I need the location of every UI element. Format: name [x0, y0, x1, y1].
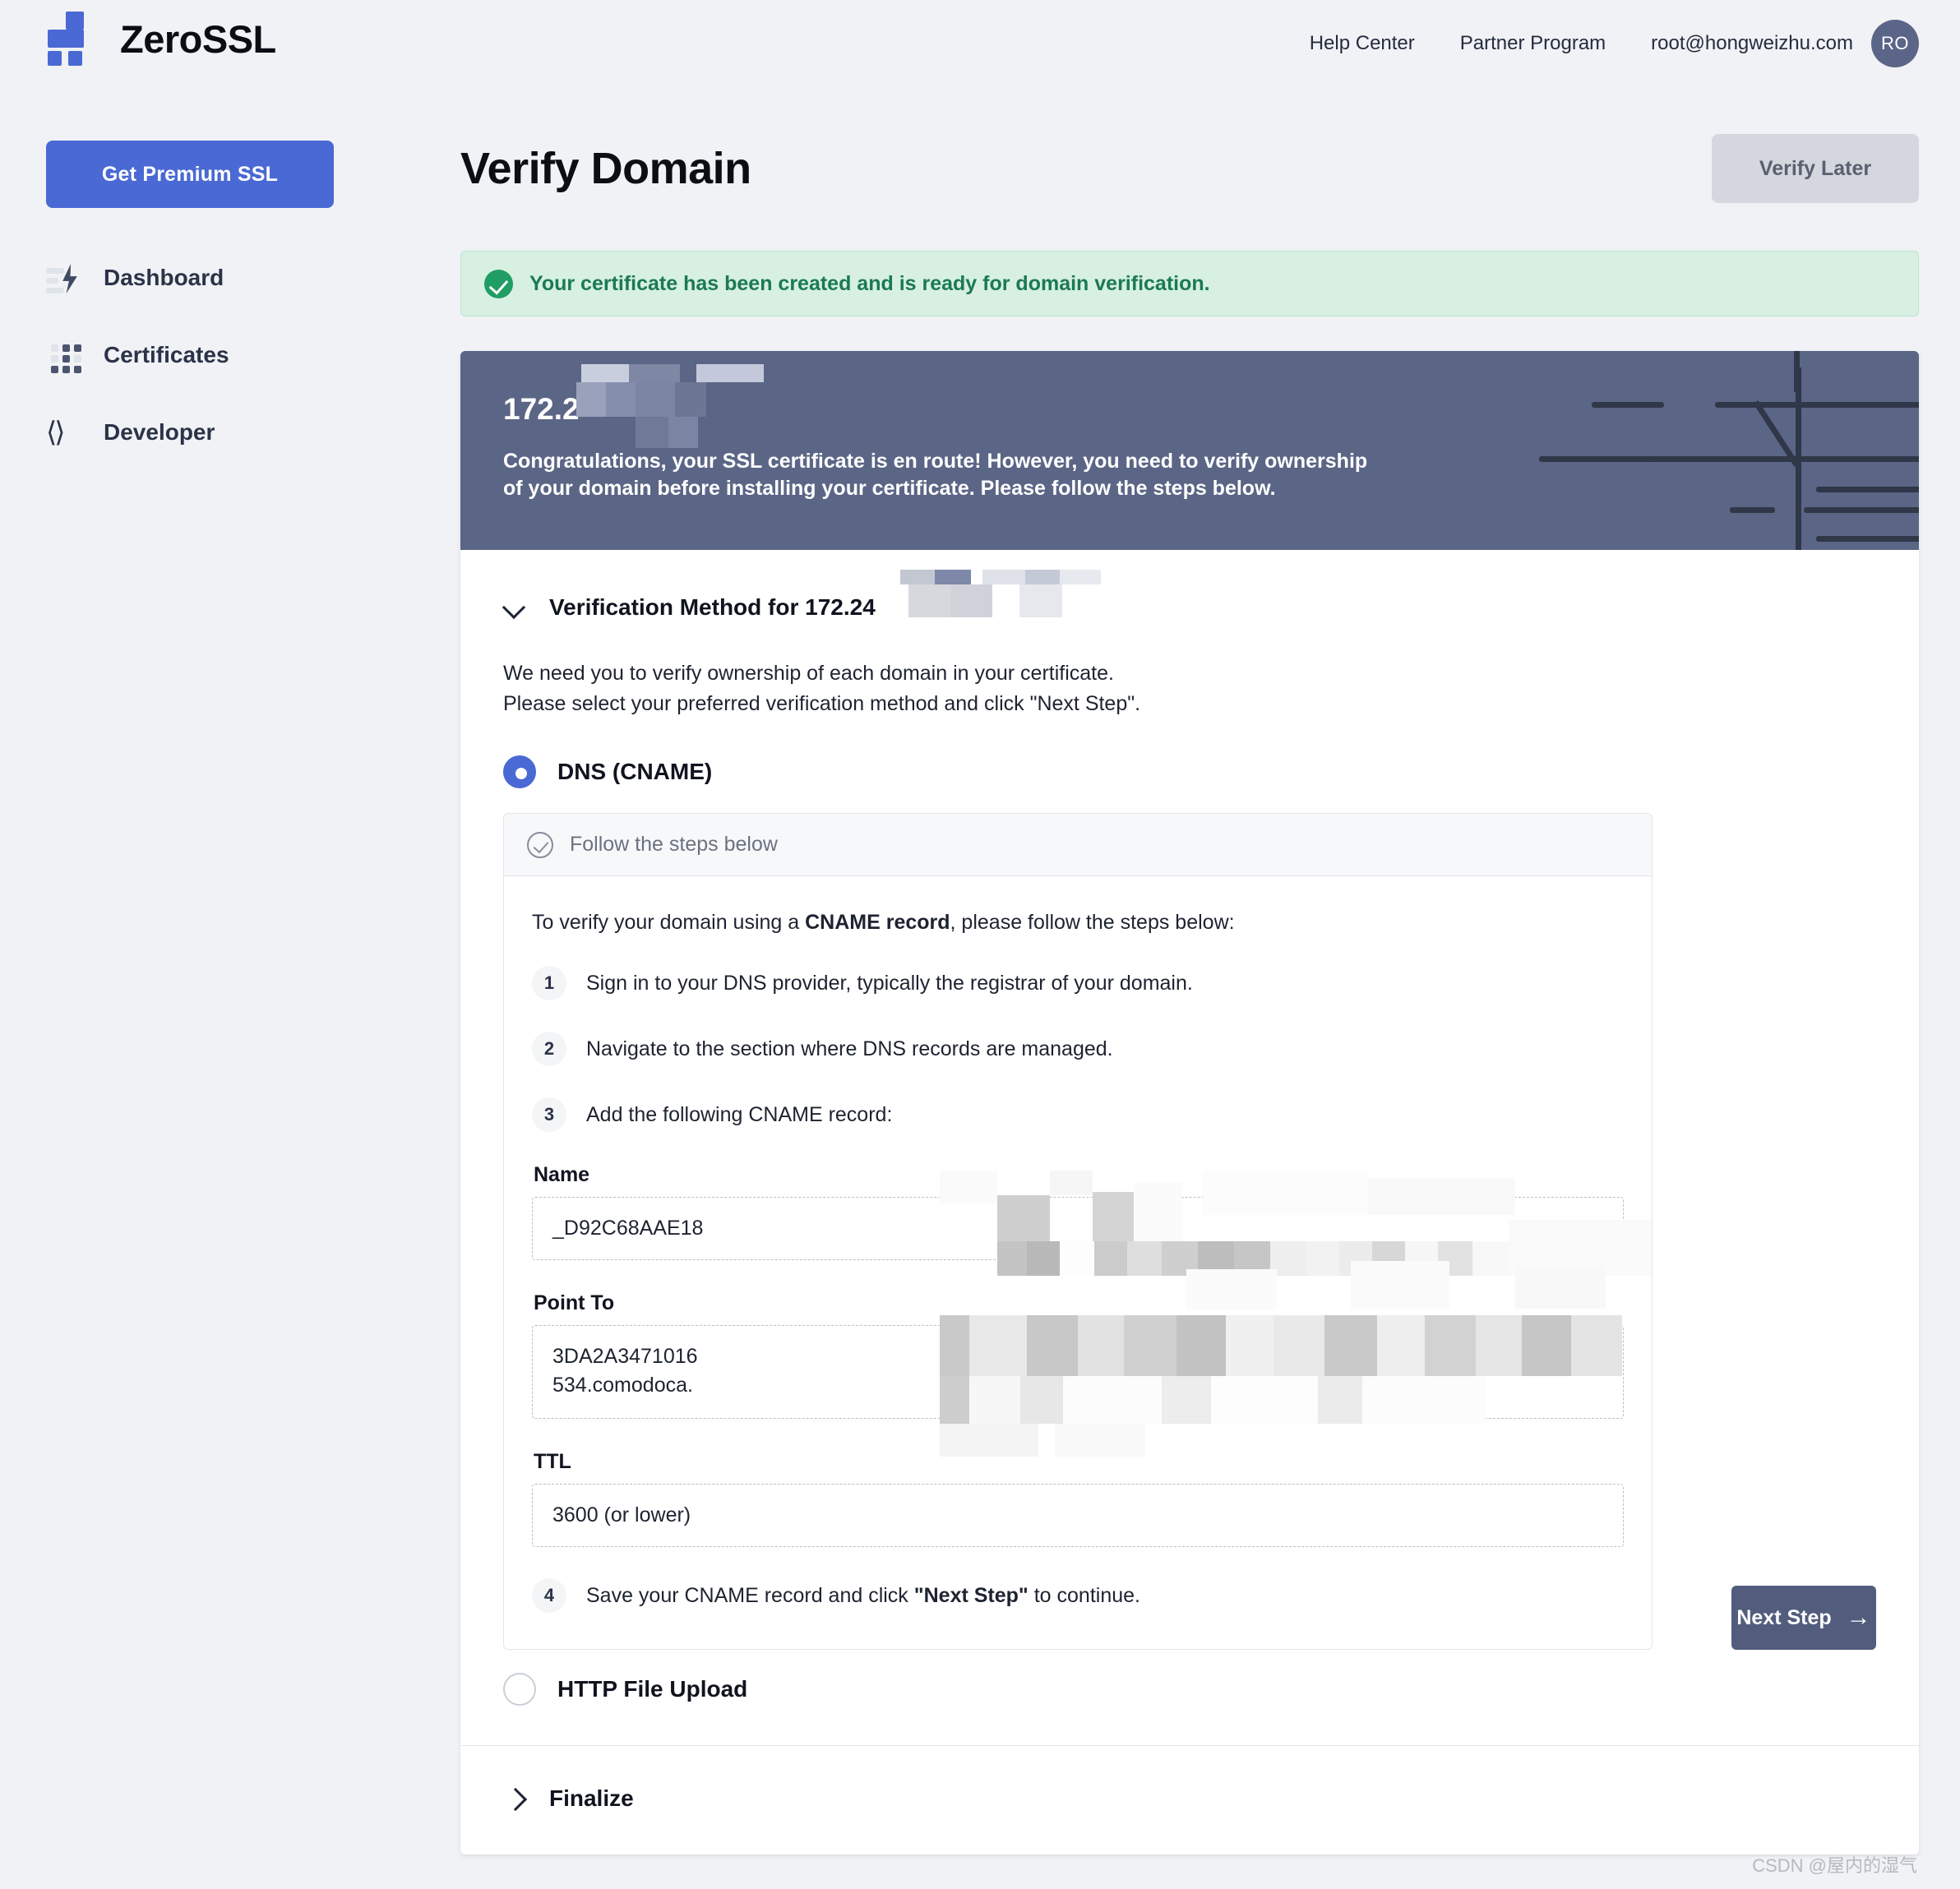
page-header: Verify Domain Verify Later	[460, 134, 1960, 203]
verify-later-button[interactable]: Verify Later	[1712, 134, 1919, 203]
radio-label: HTTP File Upload	[557, 1676, 748, 1702]
main-content: Verify Domain Verify Later Your certific…	[460, 86, 1960, 1854]
verification-method-header[interactable]: Verification Method for 172.24	[460, 570, 1919, 626]
steps-intro-bold: CNAME record	[805, 911, 950, 934]
finalize-section-header[interactable]: Finalize	[460, 1746, 1919, 1854]
step-item: 1 Sign in to your DNS provider, typicall…	[532, 966, 1624, 1000]
hero-content: 172.2 Congratulations, your SSL certific…	[460, 351, 1919, 502]
hero-domain: 172.2	[503, 364, 1919, 448]
cname-name-value: _D92C68AAE18	[552, 1217, 704, 1240]
zerossl-cross-logo-icon	[48, 12, 102, 66]
cname-steps-box: Follow the steps below To verify your do…	[503, 813, 1653, 1650]
step-text: Navigate to the section where DNS record…	[586, 1037, 1113, 1060]
next-step-button[interactable]: Next Step →	[1731, 1586, 1876, 1650]
verification-intro-line1: We need you to verify ownership of each …	[503, 662, 1114, 685]
radio-dns-cname[interactable]: DNS (CNAME)	[503, 755, 1919, 788]
redaction-block	[899, 570, 1101, 626]
step-number: 2	[532, 1032, 566, 1066]
top-bar: ZeroSSL Help Center Partner Program root…	[0, 0, 1960, 86]
cname-name-field[interactable]: _D92C68AAE18	[532, 1197, 1624, 1260]
cname-ttl-value: 3600 (or lower)	[552, 1503, 691, 1526]
hero-domain-text: 172.2	[503, 392, 580, 426]
step-item: 3 Add the following CNAME record:	[532, 1097, 1624, 1132]
steps-box-header-label: Follow the steps below	[570, 833, 778, 856]
radio-http-file-upload[interactable]: HTTP File Upload	[503, 1673, 1919, 1706]
chevron-down-icon	[503, 597, 525, 618]
watermark: CSDN @屋内的湿气	[1752, 1855, 1917, 1876]
next-step-label: Next Step	[1736, 1605, 1832, 1629]
finalize-label: Finalize	[549, 1785, 634, 1811]
step-item: 2 Navigate to the section where DNS reco…	[532, 1032, 1624, 1066]
brand-logo[interactable]: ZeroSSL	[48, 12, 276, 66]
field-label-point-to: Point To	[534, 1291, 615, 1314]
grid-icon	[46, 338, 81, 373]
chevron-right-icon	[503, 1788, 525, 1809]
hero-description: Congratulations, your SSL certificate is…	[503, 448, 1531, 502]
sidebar-item-label: Developer	[104, 419, 215, 445]
step-text: Sign in to your DNS provider, typically …	[586, 971, 1193, 995]
step-text: Add the following CNAME record:	[586, 1102, 893, 1126]
sidebar-item-label: Dashboard	[104, 265, 224, 290]
next-step-container: Next Step →	[460, 1586, 1919, 1650]
verification-section: Verification Method for 172.24 We need y…	[460, 550, 1919, 1854]
step-number: 3	[532, 1097, 566, 1132]
brand-name: ZeroSSL	[120, 16, 276, 61]
arrow-right-icon: →	[1846, 1604, 1871, 1631]
alert-message: Your certificate has been created and is…	[529, 271, 1210, 295]
dashboard-icon	[46, 261, 81, 295]
check-circle-outline-icon	[527, 831, 553, 858]
nav-account-email[interactable]: root@hongweizhu.com	[1651, 32, 1853, 55]
radio-button-unselected-icon[interactable]	[503, 1673, 536, 1706]
avatar[interactable]: RO	[1871, 19, 1919, 67]
hero-description-line2: of your domain before installing your ce…	[503, 477, 1276, 500]
cname-point-to-field[interactable]: 3DA2A3471016 534.comodoca.	[532, 1325, 1624, 1419]
field-label-ttl: TTL	[534, 1450, 571, 1473]
verification-intro: We need you to verify ownership of each …	[503, 658, 1919, 719]
sidebar-item-label: Certificates	[104, 342, 229, 367]
sidebar: Get Premium SSL Dashboard Certificates ⟨…	[0, 86, 460, 450]
nav-partner-program[interactable]: Partner Program	[1460, 32, 1606, 55]
nav-help-center[interactable]: Help Center	[1310, 32, 1415, 55]
sidebar-item-dashboard[interactable]: Dashboard	[46, 261, 460, 295]
page-title: Verify Domain	[460, 144, 751, 193]
steps-intro: To verify your domain using a CNAME reco…	[532, 911, 1624, 935]
success-alert: Your certificate has been created and is…	[460, 251, 1919, 316]
radio-button-selected-icon[interactable]	[503, 755, 536, 788]
hero-description-line1: Congratulations, your SSL certificate is…	[503, 450, 1368, 473]
steps-box-header: Follow the steps below	[504, 814, 1652, 876]
radio-label: DNS (CNAME)	[557, 759, 713, 784]
get-premium-ssl-button[interactable]: Get Premium SSL	[46, 141, 334, 208]
cname-point-to-value: 3DA2A3471016	[552, 1345, 698, 1368]
step-number: 1	[532, 966, 566, 1000]
cname-point-to-value-line2: 534.comodoca.	[552, 1374, 693, 1397]
redaction-block	[576, 364, 764, 448]
code-brackets-icon: ⟨⟩	[46, 417, 66, 448]
top-navigation: Help Center Partner Program root@hongwei…	[1264, 0, 1919, 86]
sidebar-item-developer[interactable]: ⟨⟩ Developer	[46, 415, 460, 450]
steps-intro-prefix: To verify your domain using a	[532, 911, 806, 934]
steps-box-body: To verify your domain using a CNAME reco…	[504, 876, 1652, 1649]
field-label-name: Name	[534, 1163, 590, 1186]
check-circle-icon	[484, 269, 513, 298]
hero-banner: 172.2 Congratulations, your SSL certific…	[460, 351, 1919, 550]
steps-intro-suffix: , please follow the steps below:	[950, 911, 1235, 934]
verification-card: 172.2 Congratulations, your SSL certific…	[460, 351, 1919, 1854]
verification-intro-line2: Please select your preferred verificatio…	[503, 692, 1141, 715]
verification-method-title: Verification Method for 172.24	[549, 594, 876, 620]
sidebar-item-certificates[interactable]: Certificates	[46, 338, 460, 373]
cname-ttl-field[interactable]: 3600 (or lower)	[532, 1484, 1624, 1547]
